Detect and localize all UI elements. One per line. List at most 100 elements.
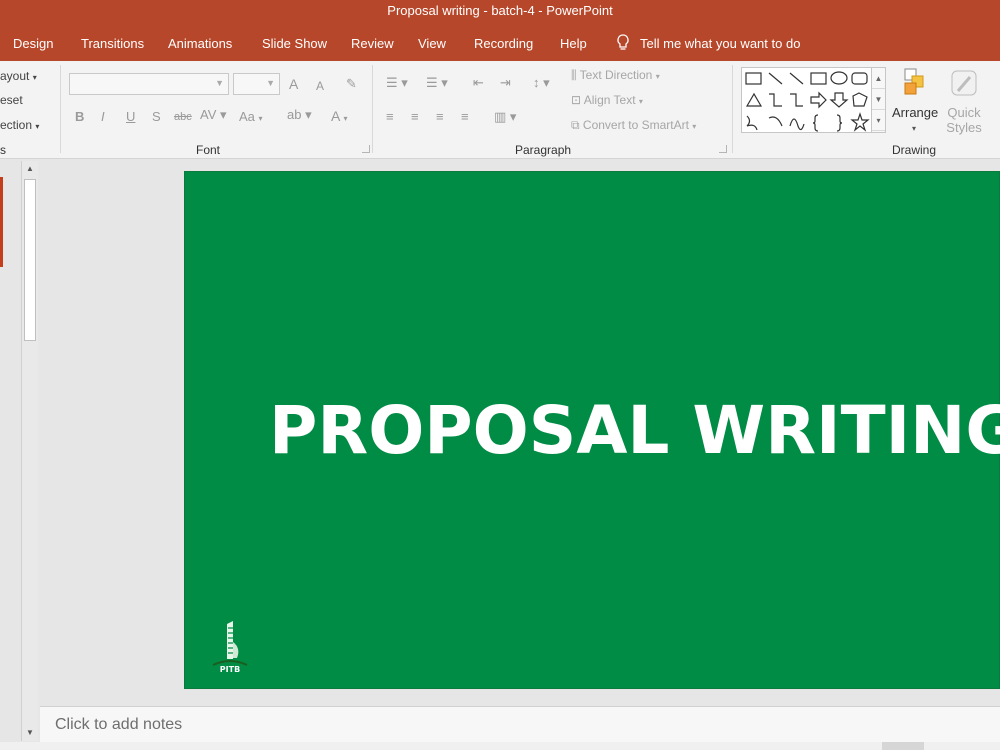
- tab-slide-show[interactable]: Slide Show: [262, 36, 327, 51]
- selected-slide-indicator[interactable]: [0, 177, 3, 267]
- section-button[interactable]: ection ▾: [0, 118, 39, 132]
- chevron-down-icon: ▾: [258, 114, 263, 123]
- grow-font-icon[interactable]: A: [289, 76, 298, 92]
- group-divider: [60, 65, 61, 153]
- align-text-button[interactable]: ⊡ Align Text ▾: [571, 93, 643, 107]
- paragraph-group-label: Paragraph: [515, 143, 572, 157]
- group-divider: [372, 65, 373, 153]
- title-bar: Proposal writing - batch-4 - PowerPoint: [0, 0, 1000, 24]
- arrange-icon: [904, 68, 924, 95]
- rounded-rectangle-shape-icon: [851, 72, 868, 85]
- layout-button[interactable]: ayout ▾: [0, 69, 37, 83]
- line-shape-icon: [768, 72, 783, 85]
- down-arrow-shape-icon: [829, 92, 849, 108]
- chevron-down-icon[interactable]: ▼: [872, 89, 885, 110]
- numbering-icon[interactable]: ☰ ▾: [426, 75, 448, 91]
- underline-button[interactable]: U: [126, 109, 135, 125]
- font-name-combo[interactable]: ▼: [69, 73, 229, 95]
- line-spacing-icon[interactable]: ↕ ▾: [533, 75, 550, 91]
- smartart-label: Convert to SmartArt: [582, 118, 689, 132]
- group-divider: [732, 65, 733, 153]
- tab-view[interactable]: View: [418, 36, 446, 51]
- drawing-group-label: Drawing: [892, 143, 937, 157]
- font-color-button[interactable]: A ▾: [331, 108, 347, 127]
- italic-button[interactable]: I: [101, 109, 105, 125]
- strikethrough-button[interactable]: abc: [174, 109, 192, 125]
- freeform-shape-icon: [746, 115, 758, 131]
- pentagon-shape-icon: [852, 92, 868, 107]
- increase-indent-icon[interactable]: ⇥: [500, 75, 511, 91]
- oval-shape-icon: [830, 71, 848, 85]
- rectangle-shape-icon: [810, 72, 827, 85]
- font-dialog-launcher-icon[interactable]: [362, 145, 370, 153]
- chevron-down-icon: ▾: [343, 114, 348, 123]
- align-center-icon[interactable]: ≡: [411, 109, 419, 125]
- chevron-down-icon: ▾: [32, 73, 37, 82]
- arrow-line-shape-icon: [789, 72, 804, 85]
- chevron-down-icon: ▾: [35, 122, 40, 131]
- status-bar: [0, 742, 1000, 750]
- arc-shape-icon: [768, 116, 783, 127]
- bullets-icon[interactable]: ☰ ▾: [386, 75, 408, 91]
- normal-view-button[interactable]: [882, 742, 924, 750]
- change-case-button[interactable]: Aa ▾: [239, 109, 263, 127]
- tell-me-text: Tell me what you want to do: [640, 35, 801, 51]
- shrink-font-icon[interactable]: A: [316, 78, 324, 94]
- reading-view-button[interactable]: [966, 742, 1000, 750]
- chevron-down-icon: ▼: [266, 78, 275, 88]
- thumbnail-scrollbar[interactable]: ▲ ▼: [21, 161, 38, 741]
- convert-smartart-button[interactable]: ⧉ Convert to SmartArt ▾: [571, 118, 696, 133]
- tab-help[interactable]: Help: [560, 36, 587, 51]
- slide-canvas[interactable]: PROPOSAL WRITING PITB: [184, 171, 1000, 689]
- columns-icon[interactable]: ▥ ▾: [494, 109, 516, 125]
- quick-styles-button[interactable]: Quick Styles: [940, 67, 988, 139]
- tab-recording[interactable]: Recording: [474, 36, 533, 51]
- align-text-icon: ⊡: [571, 93, 582, 107]
- shapes-gallery[interactable]: ▲ ▼ ▾: [741, 67, 886, 133]
- chevron-down-icon: ▾: [692, 122, 697, 131]
- chevron-down-icon: ▼: [215, 78, 224, 88]
- arrange-button[interactable]: Arrange ▾: [892, 67, 939, 139]
- reset-button[interactable]: eset: [0, 93, 23, 107]
- tab-transitions[interactable]: Transitions: [81, 36, 144, 51]
- scrollbar-thumb[interactable]: [24, 179, 36, 341]
- text-direction-button[interactable]: ⫼ Text Direction ▾: [571, 68, 660, 83]
- shapes-gallery-scroll[interactable]: ▲ ▼ ▾: [871, 68, 885, 132]
- left-brace-icon: [812, 114, 819, 132]
- tab-animations[interactable]: Animations: [168, 36, 232, 51]
- styles-label: Styles: [946, 120, 982, 135]
- paragraph-dialog-launcher-icon[interactable]: [719, 145, 727, 153]
- slide-sorter-view-button[interactable]: [926, 742, 968, 750]
- decrease-indent-icon[interactable]: ⇤: [473, 75, 484, 91]
- clear-formatting-icon[interactable]: ✎: [346, 76, 357, 92]
- chevron-down-icon: ▾: [655, 72, 660, 81]
- pitb-logo-text: PITB: [220, 665, 240, 674]
- right-brace-icon: [836, 114, 843, 132]
- star-shape-icon: [850, 112, 870, 132]
- chevron-up-icon[interactable]: ▲: [872, 68, 885, 89]
- character-spacing-icon[interactable]: AV ▾: [200, 107, 227, 123]
- scroll-up-icon[interactable]: ▲: [22, 161, 38, 177]
- notes-pane[interactable]: Click to add notes: [40, 706, 1000, 742]
- ribbon-tabs: Design Transitions Animations Slide Show…: [0, 24, 1000, 61]
- tell-me-search[interactable]: Tell me what you want to do: [616, 34, 800, 52]
- pitb-logo: PITB: [212, 621, 248, 674]
- more-shapes-icon[interactable]: ▾: [872, 110, 885, 131]
- slide-title[interactable]: PROPOSAL WRITING: [269, 392, 1000, 469]
- highlight-color-icon[interactable]: ab ▾: [287, 107, 312, 123]
- align-right-icon[interactable]: ≡: [436, 109, 444, 125]
- change-case-label: Aa: [239, 109, 255, 124]
- tab-design[interactable]: Design: [13, 36, 53, 51]
- text-box-shape-icon: [745, 72, 762, 85]
- tab-review[interactable]: Review: [351, 36, 394, 51]
- scroll-down-icon[interactable]: ▼: [22, 725, 38, 741]
- chevron-down-icon: ▾: [638, 97, 643, 106]
- right-arrow-shape-icon: [810, 91, 827, 109]
- bold-button[interactable]: B: [75, 109, 84, 125]
- align-left-icon[interactable]: ≡: [386, 109, 394, 125]
- text-shadow-button[interactable]: S: [152, 109, 161, 125]
- font-size-combo[interactable]: ▼: [233, 73, 280, 95]
- smartart-icon: ⧉: [571, 118, 580, 132]
- justify-icon[interactable]: ≡: [461, 109, 469, 125]
- arrange-label: Arrange: [892, 105, 939, 120]
